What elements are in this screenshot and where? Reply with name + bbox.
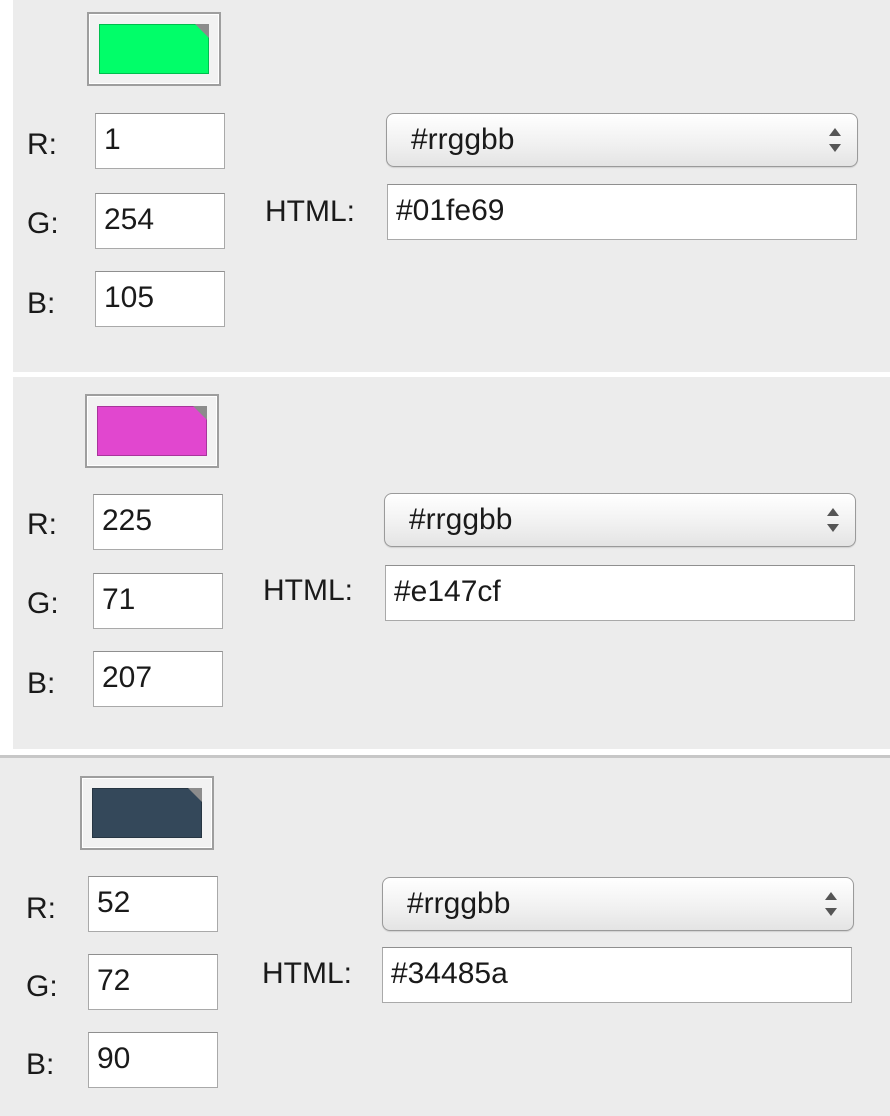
color-swatch — [97, 406, 207, 456]
color-well[interactable] — [85, 394, 219, 468]
r-input[interactable]: 225 — [93, 494, 223, 550]
color-panel-2: R: 225 G: 71 B: 207 #rrggbb HTML: #e147c… — [13, 377, 890, 749]
up-down-arrows-icon — [825, 892, 837, 916]
b-input[interactable]: 90 — [88, 1032, 218, 1088]
up-down-arrows-icon — [827, 508, 839, 532]
color-well[interactable] — [80, 776, 214, 850]
g-input[interactable]: 254 — [95, 193, 225, 249]
format-popup[interactable]: #rrggbb — [382, 877, 854, 931]
color-swatch — [92, 788, 202, 838]
g-input[interactable]: 71 — [93, 573, 223, 629]
color-well-corner-icon — [188, 788, 202, 802]
color-panel-3: R: 52 G: 72 B: 90 #rrggbb HTML: #34485a — [0, 755, 890, 1116]
b-label: B: — [27, 667, 56, 700]
format-popup-label: #rrggbb — [411, 123, 515, 156]
format-popup-label: #rrggbb — [407, 887, 511, 920]
g-label: G: — [27, 587, 59, 620]
html-input[interactable]: #34485a — [382, 947, 852, 1003]
format-popup[interactable]: #rrggbb — [386, 113, 858, 167]
b-label: B: — [26, 1048, 55, 1081]
html-input[interactable]: #01fe69 — [387, 184, 857, 240]
html-label: HTML: — [262, 957, 352, 990]
r-input[interactable]: 52 — [88, 876, 218, 932]
format-popup-label: #rrggbb — [409, 503, 513, 536]
color-well[interactable] — [87, 12, 221, 86]
b-input[interactable]: 207 — [93, 651, 223, 707]
r-label: R: — [27, 128, 57, 161]
color-panels: R: 1 G: 254 B: 105 #rrggbb HTML: #01fe69… — [0, 0, 890, 1116]
format-popup[interactable]: #rrggbb — [384, 493, 856, 547]
html-input[interactable]: #e147cf — [385, 565, 855, 621]
g-label: G: — [27, 207, 59, 240]
html-label: HTML: — [263, 574, 353, 607]
g-label: G: — [26, 970, 58, 1003]
g-input[interactable]: 72 — [88, 954, 218, 1010]
color-swatch — [99, 24, 209, 74]
color-well-corner-icon — [195, 24, 209, 38]
r-label: R: — [26, 892, 56, 925]
html-label: HTML: — [265, 195, 355, 228]
up-down-arrows-icon — [829, 128, 841, 152]
color-well-corner-icon — [193, 406, 207, 420]
b-input[interactable]: 105 — [95, 271, 225, 327]
color-panel-1: R: 1 G: 254 B: 105 #rrggbb HTML: #01fe69 — [13, 0, 890, 372]
r-input[interactable]: 1 — [95, 113, 225, 169]
r-label: R: — [27, 508, 57, 541]
b-label: B: — [27, 287, 56, 320]
